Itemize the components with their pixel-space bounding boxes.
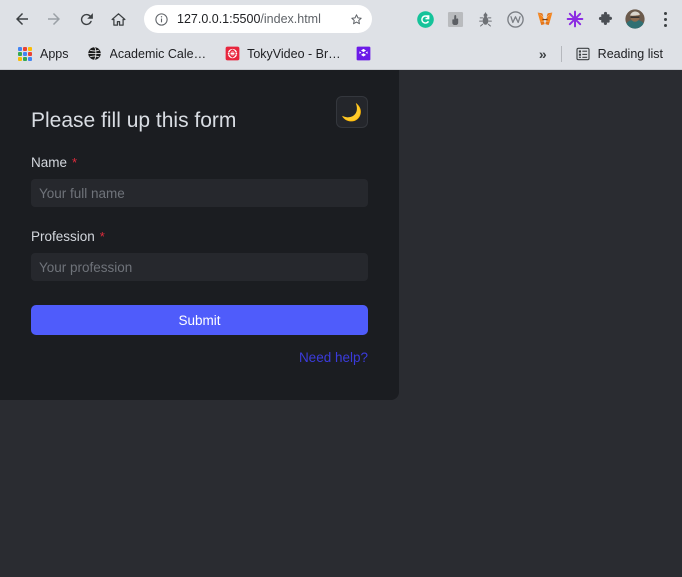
field-name: Name * — [31, 155, 368, 208]
bookmark-academic-calendar-label: Academic Cale… — [109, 46, 207, 61]
help-row: Need help? — [31, 349, 368, 367]
three-dot-menu-icon[interactable] — [654, 6, 676, 32]
extensions-strip — [380, 6, 650, 32]
profession-label: Profession * — [31, 229, 368, 244]
reading-list-icon — [575, 46, 591, 62]
moon-icon: 🌙 — [341, 102, 363, 122]
bug-extension-icon[interactable] — [472, 6, 498, 32]
bookmarks-divider — [560, 45, 562, 62]
bookmark-tokyvideo[interactable]: TokyVideo - Br… — [217, 42, 348, 66]
url-host: 127.0.0.1:5500 — [177, 12, 261, 26]
browser-chrome: 127.0.0.1:5500/index.html Apps Academic … — [0, 0, 682, 70]
star-icon[interactable] — [349, 12, 364, 27]
submit-button[interactable]: Submit — [31, 305, 368, 336]
profession-label-text: Profession — [31, 229, 95, 245]
bookmark-academic-calendar[interactable]: Academic Cale… — [80, 42, 214, 66]
bookmark-purple[interactable] — [352, 42, 376, 66]
url-path: /index.html — [260, 12, 321, 26]
purple-favicon — [356, 46, 372, 62]
reload-icon — [78, 11, 95, 28]
profession-required-marker: * — [99, 229, 105, 245]
back-arrow-icon — [13, 10, 31, 28]
bookmark-tokyvideo-label: TokyVideo - Br… — [247, 46, 341, 61]
field-profession: Profession * — [31, 229, 368, 282]
globe-favicon — [87, 46, 103, 62]
profession-input[interactable] — [31, 253, 368, 282]
bookmarks-overflow-button[interactable]: » — [531, 46, 555, 62]
cursor-extension-icon[interactable] — [442, 6, 468, 32]
reload-button[interactable] — [72, 5, 100, 33]
site-info-icon[interactable] — [154, 12, 169, 27]
page-title: Please fill up this form — [31, 109, 237, 132]
tokyvideo-favicon — [224, 46, 240, 62]
theme-toggle-button[interactable]: 🌙 — [336, 96, 368, 128]
profile-avatar[interactable] — [622, 6, 648, 32]
purple-asterisk-extension-icon[interactable] — [562, 6, 588, 32]
reading-list-label: Reading list — [597, 46, 663, 61]
need-help-link[interactable]: Need help? — [299, 350, 368, 365]
bookmarks-bar: Apps Academic Cale… TokyVideo - Br… » Re… — [0, 38, 682, 70]
bookmark-apps[interactable]: Apps — [10, 42, 76, 66]
w-circle-extension-icon[interactable] — [502, 6, 528, 32]
page-viewport: Please fill up this form 🌙 Name* Profess… — [0, 70, 682, 577]
browser-toolbar: 127.0.0.1:5500/index.html — [0, 0, 682, 38]
apps-grid-icon — [17, 46, 33, 62]
home-icon — [110, 11, 127, 28]
address-bar[interactable]: 127.0.0.1:5500/index.html — [144, 5, 372, 33]
back-button[interactable] — [8, 5, 36, 33]
url-text: 127.0.0.1:5500/index.html — [177, 5, 343, 33]
name-label: Name * — [31, 155, 368, 170]
reading-list-button[interactable]: Reading list — [568, 42, 670, 66]
metamask-extension-icon[interactable] — [532, 6, 558, 32]
form-card: Please fill up this form 🌙 Name* Profess… — [0, 70, 399, 400]
forward-arrow-icon — [45, 10, 63, 28]
card-header: Please fill up this form 🌙 — [31, 96, 368, 133]
bookmark-apps-label: Apps — [40, 46, 69, 61]
grammarly-extension-icon[interactable] — [412, 6, 438, 32]
home-button[interactable] — [104, 5, 132, 33]
name-label-text: Name — [31, 155, 68, 171]
name-input[interactable] — [31, 179, 368, 208]
name-required-marker: * — [72, 155, 78, 171]
forward-button[interactable] — [40, 5, 68, 33]
extensions-puzzle-icon[interactable] — [592, 6, 618, 32]
